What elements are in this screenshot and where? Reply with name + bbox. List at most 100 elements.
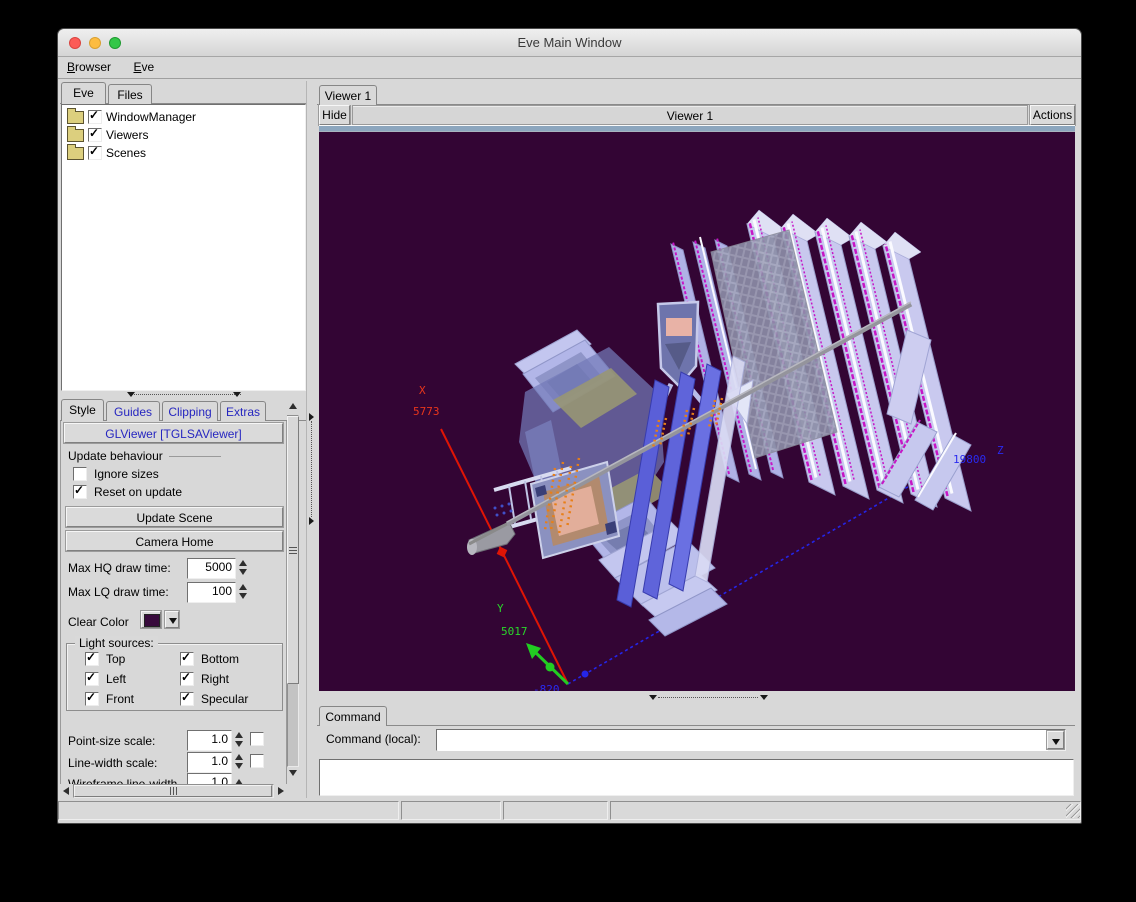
light-specular-checkbox[interactable] (180, 692, 194, 706)
tree-checkbox[interactable] (88, 128, 102, 142)
command-input[interactable] (438, 731, 1048, 751)
tab-clipping[interactable]: Clipping (162, 401, 218, 421)
tab-style[interactable]: Style (61, 399, 104, 421)
gl-viewport[interactable]: X 5773 Y 5017 Z 19800 -820 (319, 132, 1075, 691)
hide-button[interactable]: Hide (319, 105, 350, 125)
detector-3d-render[interactable]: X 5773 Y 5017 Z 19800 -820 (319, 132, 1075, 691)
viewer-titlebar[interactable]: Viewer 1 (352, 105, 1028, 125)
clear-color-swatch[interactable] (141, 611, 161, 628)
folder-icon (67, 111, 84, 124)
main-vertical-splitter[interactable] (306, 81, 316, 798)
command-combobox[interactable] (436, 729, 1066, 751)
spin-arrows[interactable] (232, 773, 245, 784)
tree-item-label: WindowManager (106, 110, 196, 124)
point-size-checkbox[interactable] (250, 732, 264, 746)
reset-on-update-option[interactable]: Reset on update (73, 485, 182, 499)
light-right-option[interactable]: Right (180, 672, 229, 686)
z-axis-label: Z (997, 444, 1004, 457)
line-width-label: Line-width scale: (68, 756, 157, 770)
line-width-value[interactable]: 1.0 (187, 752, 232, 773)
splitter-chevron-icon (127, 392, 135, 397)
command-dropdown-button[interactable] (1047, 731, 1064, 749)
spin-arrows[interactable] (236, 582, 249, 600)
line-width-spinbox[interactable]: 1.0 (187, 752, 264, 773)
x-axis-value: 5773 (413, 405, 440, 418)
tab-command[interactable]: Command (319, 706, 387, 726)
line-width-checkbox[interactable] (250, 754, 264, 768)
y-axis-value: 5017 (501, 625, 528, 638)
actions-button[interactable]: Actions (1030, 105, 1075, 125)
tab-files[interactable]: Files (108, 84, 152, 104)
wireframe-spinbox[interactable]: 1.0 (187, 773, 245, 784)
glviewer-class-button[interactable]: GLViewer [TGLSAViewer] (64, 423, 283, 443)
splitter-chevron-icon (760, 695, 768, 700)
hscroll-thumb[interactable] (74, 785, 272, 797)
window-title: Eve Main Window (58, 35, 1081, 50)
tree-checkbox[interactable] (88, 146, 102, 160)
light-top-option[interactable]: Top (85, 652, 125, 666)
ignore-sizes-option[interactable]: Ignore sizes (73, 467, 159, 481)
status-section (503, 801, 608, 820)
light-specular-option[interactable]: Specular (180, 692, 248, 706)
menu-browser[interactable]: Browser (58, 57, 120, 82)
max-hq-value[interactable]: 5000 (187, 558, 236, 579)
light-bottom-option[interactable]: Bottom (180, 652, 239, 666)
splitter-chevron-icon (233, 392, 241, 397)
max-hq-label: Max HQ draw time: (68, 561, 171, 575)
scroll-up-icon[interactable] (289, 403, 297, 409)
spin-arrows[interactable] (232, 752, 245, 770)
status-section (610, 801, 1081, 820)
status-section (58, 801, 399, 820)
vscroll-thumb[interactable] (287, 416, 299, 684)
ignore-sizes-checkbox[interactable] (73, 467, 87, 481)
tab-guides[interactable]: Guides (106, 401, 160, 421)
command-output[interactable] (319, 759, 1074, 796)
style-editor-panel: GLViewer [TGLSAViewer] Update behaviour … (60, 421, 287, 784)
max-lq-spinbox[interactable]: 100 (187, 582, 249, 603)
tree-row[interactable]: Scenes (62, 144, 305, 162)
update-behaviour-legend: Update behaviour (68, 449, 268, 463)
editor-vscrollbar[interactable] (286, 399, 300, 779)
scroll-left-icon[interactable] (63, 787, 69, 795)
tree-row[interactable]: Viewers (62, 126, 305, 144)
titlebar[interactable]: Eve Main Window (58, 29, 1081, 57)
max-lq-value[interactable]: 100 (187, 582, 236, 603)
editor-hscrollbar[interactable] (61, 784, 286, 798)
reset-on-update-checkbox[interactable] (73, 485, 87, 499)
spin-arrows[interactable] (232, 730, 245, 748)
tree-row[interactable]: WindowManager (62, 108, 305, 126)
tab-viewer1[interactable]: Viewer 1 (319, 85, 377, 105)
tree-checkbox[interactable] (88, 110, 102, 124)
clear-color-dropdown[interactable] (165, 611, 179, 628)
eve-main-window: Eve Main Window Browser Eve Eve Files Wi… (57, 28, 1082, 824)
menu-eve[interactable]: Eve (124, 57, 163, 82)
light-left-option[interactable]: Left (85, 672, 126, 686)
tree-item-label: Viewers (106, 128, 148, 142)
spin-arrows[interactable] (236, 558, 249, 576)
point-size-value[interactable]: 1.0 (187, 730, 232, 751)
wireframe-value[interactable]: 1.0 (187, 773, 232, 784)
light-front-checkbox[interactable] (85, 692, 99, 706)
max-hq-spinbox[interactable]: 5000 (187, 558, 249, 579)
light-right-checkbox[interactable] (180, 672, 194, 686)
scroll-down-icon[interactable] (289, 770, 297, 776)
light-left-checkbox[interactable] (85, 672, 99, 686)
light-front-option[interactable]: Front (85, 692, 134, 706)
camera-home-button[interactable]: Camera Home (66, 531, 283, 551)
splitter-chevron-icon (309, 413, 314, 421)
left-panel-splitter[interactable] (61, 391, 306, 399)
viewer-command-splitter[interactable] (319, 691, 1075, 705)
tab-extras[interactable]: Extras (220, 401, 266, 421)
update-scene-button[interactable]: Update Scene (66, 507, 283, 527)
tab-eve[interactable]: Eve (61, 82, 106, 104)
point-size-spinbox[interactable]: 1.0 (187, 730, 264, 751)
light-bottom-checkbox[interactable] (180, 652, 194, 666)
command-label: Command (local): (326, 732, 421, 746)
light-top-checkbox[interactable] (85, 652, 99, 666)
z-axis-min-value: -820 (533, 683, 560, 691)
status-section (401, 801, 501, 820)
resize-grip[interactable] (1066, 804, 1080, 818)
status-bar (58, 801, 1081, 820)
scroll-right-icon[interactable] (278, 787, 284, 795)
folder-icon (67, 129, 84, 142)
